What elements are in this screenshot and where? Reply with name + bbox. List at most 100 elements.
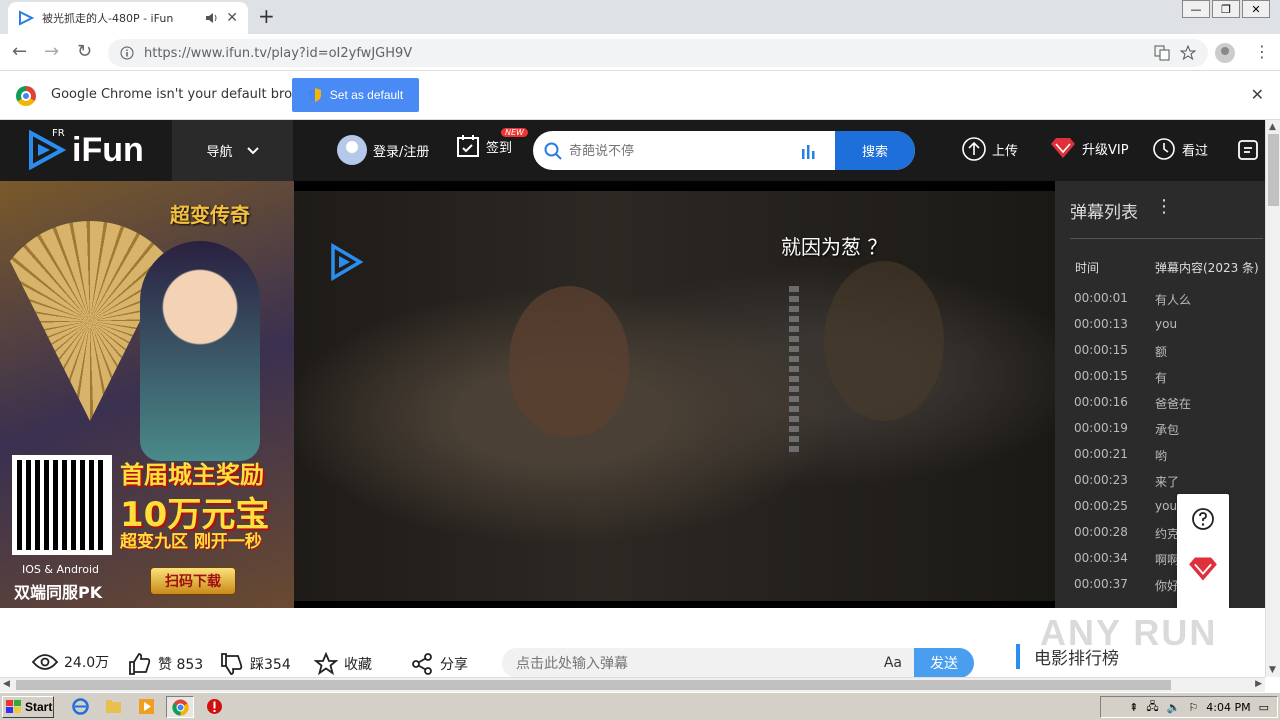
danmu-row[interactable]: 00:00:19 承包 (1074, 421, 1264, 447)
upload-icon (962, 137, 986, 161)
upload-link[interactable]: 上传 (962, 137, 1018, 161)
video-scene-figure (509, 286, 629, 436)
ad-download-button[interactable]: 扫码下载 (150, 567, 236, 595)
scroll-right-arrow-icon[interactable]: ▶ (1255, 679, 1262, 689)
browser-tab[interactable]: 被光抓走的人-480P - iFun ✕ (8, 2, 248, 34)
set-as-default-button[interactable]: Set as default (292, 78, 419, 112)
horizontal-scrollbar[interactable]: ◀ ▶ (0, 677, 1265, 692)
flag-icon[interactable]: ⚐ (1188, 701, 1198, 714)
scroll-left-arrow-icon[interactable]: ◀ (3, 679, 10, 689)
danmu-row-time: 00:00:15 (1074, 343, 1128, 357)
clock-time: 4:04 PM (1206, 700, 1251, 714)
infobar-message: Google Chrome isn't your default browser (51, 87, 323, 102)
danmu-row-time: 00:00:37 (1074, 577, 1128, 591)
volume-icon[interactable]: 🔈 (1167, 701, 1181, 714)
help-icon[interactable] (1191, 507, 1215, 531)
danmu-row[interactable]: 00:00:34 啊啊 (1074, 551, 1264, 577)
windows-logo-icon (6, 700, 21, 713)
horizontal-scroll-thumb[interactable] (16, 680, 1171, 690)
desktop-icon[interactable]: ▭ (1259, 701, 1269, 714)
bookmark-star-icon[interactable] (1180, 45, 1196, 61)
danmu-row[interactable]: 00:00:21 哟 (1074, 447, 1264, 473)
chrome-taskbar-button[interactable] (166, 696, 194, 718)
reload-icon[interactable]: ↻ (77, 41, 92, 62)
vertical-scroll-thumb[interactable] (1268, 134, 1279, 206)
folder-icon[interactable] (105, 698, 122, 715)
nav-dropdown[interactable]: 导航 (172, 120, 293, 181)
more-options-icon[interactable]: ⋮ (1155, 196, 1173, 217)
search-input[interactable] (533, 131, 801, 170)
chrome-menu-icon[interactable]: ⋮ (1254, 42, 1270, 61)
tab-close-button[interactable]: ✕ (226, 10, 238, 26)
address-toolbar: ← → ↻ https://www.ifun.tv/play?id=oI2yfw… (0, 34, 1280, 71)
maximize-button[interactable]: ❐ (1212, 0, 1240, 18)
danmu-row[interactable]: 00:00:13 you (1074, 317, 1264, 343)
user-avatar-icon (337, 135, 367, 165)
tray-arrow-icon[interactable]: ⇞ (1129, 701, 1138, 714)
flying-danmu-text: 就因为葱 ？ (781, 235, 888, 259)
thumbs-up-icon (129, 653, 151, 675)
danmu-row[interactable]: 00:00:28 约克 (1074, 525, 1264, 551)
thumbs-down-icon (221, 653, 243, 675)
danmu-row[interactable]: 00:00:25 you (1074, 499, 1264, 525)
search-bar: 搜索 (533, 131, 915, 170)
omnibox[interactable]: https://www.ifun.tv/play?id=oI2yfwJGH9V (108, 39, 1208, 67)
dislike-button[interactable]: 踩354 (220, 652, 291, 676)
danmu-row[interactable]: 00:00:37 你好 (1074, 577, 1264, 603)
ie-icon[interactable] (72, 698, 89, 715)
video-player[interactable]: 就因为葱 ？ (294, 181, 1055, 608)
windows-taskbar: Start ⇞ 🖧 🔈 ⚐ 4:04 PM ▭ (0, 692, 1280, 720)
favorite-button[interactable]: 收藏 (314, 652, 372, 676)
danmu-row[interactable]: 00:00:01 有人么 (1074, 291, 1264, 317)
danmu-row[interactable]: 00:00:16 爸爸在 (1074, 395, 1264, 421)
infobar-close-button[interactable]: ✕ (1251, 85, 1264, 104)
danmu-input[interactable] (502, 655, 884, 671)
scroll-down-arrow-icon[interactable]: ▼ (1269, 665, 1276, 675)
media-player-icon[interactable] (138, 698, 155, 715)
network-icon[interactable]: 🖧 (1146, 698, 1158, 717)
anyrun-watermark: ANY RUN (1040, 612, 1218, 653)
vertical-scrollbar[interactable]: ▲ ▼ (1265, 120, 1280, 677)
divider (1070, 238, 1263, 239)
vip-diamond-icon[interactable] (1188, 556, 1218, 582)
danmu-row-text: 额 (1155, 345, 1168, 359)
danmu-send-button[interactable]: 发送 (914, 648, 974, 678)
info-icon[interactable] (120, 46, 134, 60)
translate-icon[interactable] (1154, 45, 1170, 61)
url-text[interactable]: https://www.ifun.tv/play?id=oI2yfwJGH9V (144, 46, 1144, 61)
history-link[interactable]: 看过 (1152, 137, 1208, 161)
start-button[interactable]: Start (2, 696, 54, 718)
checkin-link[interactable]: 签到 (456, 134, 512, 158)
like-button[interactable]: 赞 853 (128, 652, 203, 676)
new-tab-button[interactable]: + (258, 4, 275, 28)
checkin-label: 签到 (486, 140, 513, 156)
danmu-row-time: 00:00:25 (1074, 499, 1128, 513)
danmu-font-button[interactable]: Aa (884, 655, 902, 671)
danmu-row-time: 00:00:16 (1074, 395, 1128, 409)
danmu-row[interactable]: 00:00:15 有 (1074, 369, 1264, 395)
scroll-up-arrow-icon[interactable]: ▲ (1269, 122, 1276, 132)
eye-icon (32, 654, 58, 670)
video-frame[interactable]: 就因为葱 ？ (294, 191, 1055, 601)
share-button[interactable]: 分享 (410, 652, 468, 676)
ad-character-graphic (140, 241, 260, 461)
minimize-button[interactable]: — (1182, 0, 1210, 18)
login-register-link[interactable]: 登录/注册 (337, 135, 429, 165)
forward-arrow-icon[interactable]: → (44, 41, 59, 62)
close-window-button[interactable]: ✕ (1242, 0, 1270, 18)
danmu-row-time: 00:00:15 (1074, 369, 1128, 383)
message-icon[interactable] (1237, 138, 1261, 162)
speaker-icon[interactable] (204, 11, 218, 25)
clock-icon (1153, 138, 1175, 160)
ifun-logo[interactable]: FR iFun (28, 128, 144, 170)
vip-link[interactable]: 升级VIP (1050, 137, 1129, 159)
sidebar-ad-banner[interactable]: 超变传奇 首届城主奖励 10万元宝 超变九区 刚开一秒 扫码下载 IOS & A… (0, 181, 294, 608)
profile-avatar-icon[interactable] (1215, 43, 1235, 63)
back-arrow-icon[interactable]: ← (12, 41, 27, 62)
danmu-row[interactable]: 00:00:15 额 (1074, 343, 1264, 369)
danmu-row[interactable]: 00:00:23 来了 (1074, 473, 1264, 499)
stop-sign-icon[interactable] (206, 698, 223, 715)
voice-bars-icon[interactable] (801, 143, 817, 159)
ad-pk-text: 双端同服PK (14, 583, 103, 602)
search-button[interactable]: 搜索 (835, 131, 915, 170)
